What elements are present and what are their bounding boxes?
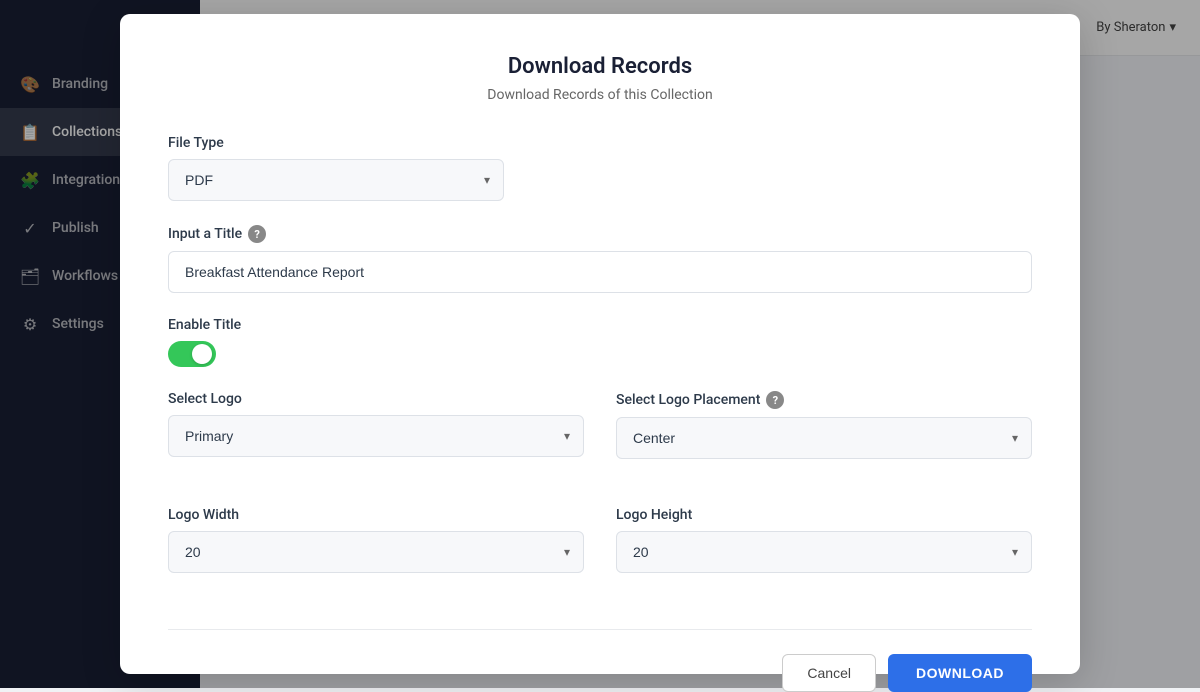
toggle-thumb (192, 344, 212, 364)
title-label: Input a Title ? (168, 225, 1032, 243)
modal-overlay: Download Records Download Records of thi… (0, 0, 1200, 688)
enable-title-toggle[interactable] (168, 341, 216, 367)
title-input[interactable] (168, 251, 1032, 293)
download-records-modal: Download Records Download Records of thi… (120, 14, 1080, 674)
title-help-icon[interactable]: ? (248, 225, 266, 243)
logo-height-label: Logo Height (616, 507, 1032, 523)
file-type-label: File Type (168, 135, 504, 151)
logo-placement-help-icon[interactable]: ? (766, 391, 784, 409)
logo-grid: Select Logo Primary Secondary None ▾ Sel… (168, 391, 1032, 597)
title-input-section: Input a Title ? (168, 225, 1032, 293)
logo-width-label: Logo Width (168, 507, 584, 523)
select-logo-placement-section: Select Logo Placement ? Center Left Righ… (616, 391, 1032, 459)
logo-height-section: Logo Height 10 15 20 25 30 ▾ (616, 507, 1032, 573)
modal-title: Download Records (168, 54, 1032, 79)
modal-footer: Cancel DOWNLOAD (168, 654, 1032, 692)
logo-width-wrapper: 10 15 20 25 30 ▾ (168, 531, 584, 573)
file-type-select-wrapper: PDF CSV Excel ▾ (168, 159, 504, 201)
select-logo-select[interactable]: Primary Secondary None (168, 415, 584, 457)
cancel-button[interactable]: Cancel (782, 654, 876, 692)
enable-title-section: Enable Title (168, 317, 1032, 367)
logo-width-section: Logo Width 10 15 20 25 30 ▾ (168, 507, 584, 573)
enable-title-toggle-container (168, 341, 1032, 367)
select-logo-label: Select Logo (168, 391, 584, 407)
select-logo-section: Select Logo Primary Secondary None ▾ (168, 391, 584, 459)
logo-height-select[interactable]: 10 15 20 25 30 (616, 531, 1032, 573)
enable-title-label: Enable Title (168, 317, 1032, 333)
logo-height-wrapper: 10 15 20 25 30 ▾ (616, 531, 1032, 573)
download-button[interactable]: DOWNLOAD (888, 654, 1032, 692)
file-type-section: File Type PDF CSV Excel ▾ (168, 135, 504, 201)
select-logo-placement-label: Select Logo Placement ? (616, 391, 1032, 409)
file-type-select[interactable]: PDF CSV Excel (168, 159, 504, 201)
select-logo-placement-wrapper: Center Left Right ▾ (616, 417, 1032, 459)
logo-width-select[interactable]: 10 15 20 25 30 (168, 531, 584, 573)
modal-divider (168, 629, 1032, 630)
modal-subtitle: Download Records of this Collection (168, 87, 1032, 103)
select-logo-wrapper: Primary Secondary None ▾ (168, 415, 584, 457)
select-logo-placement-select[interactable]: Center Left Right (616, 417, 1032, 459)
toggle-track (168, 341, 216, 367)
